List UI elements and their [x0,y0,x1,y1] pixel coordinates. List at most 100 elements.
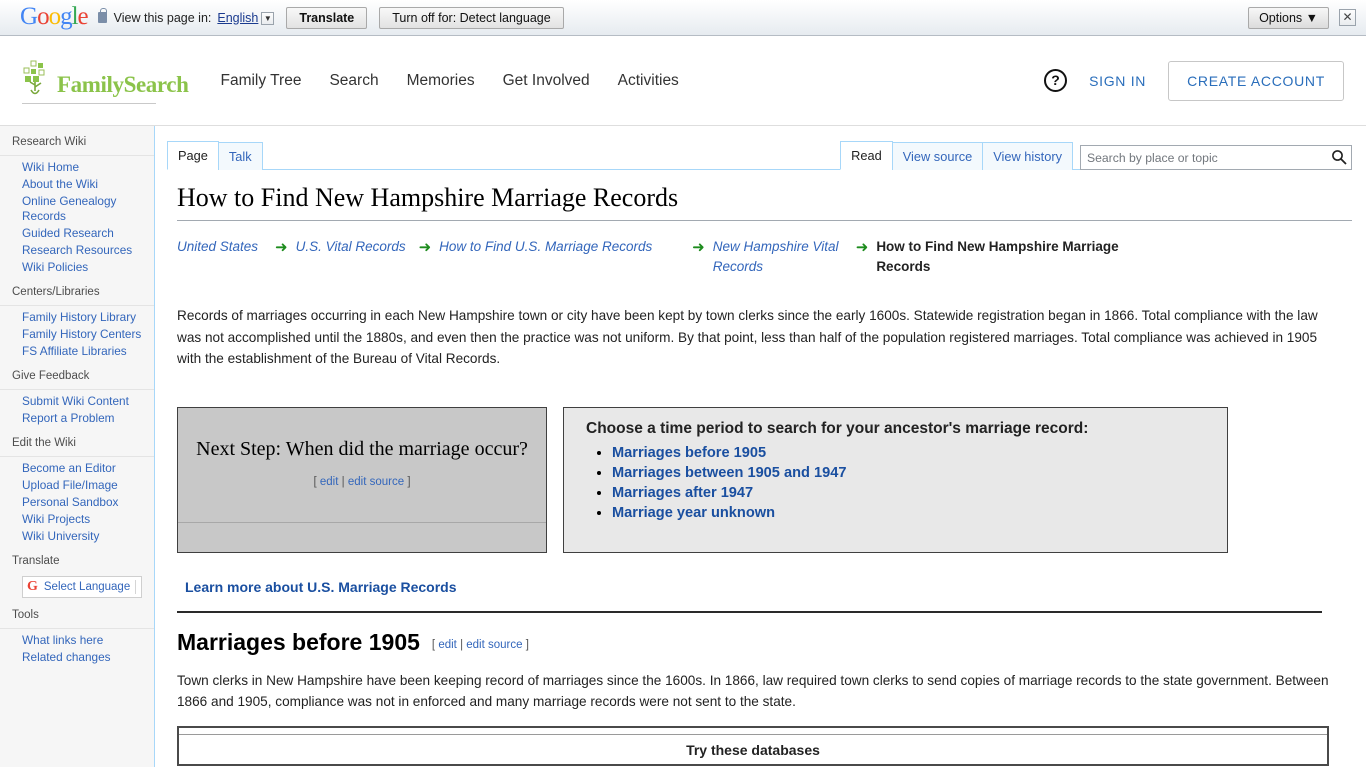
edit-source-link[interactable]: edit source [348,476,404,488]
sidebar-heading-tools: Tools [12,609,39,621]
sidebar-item-report-a-problem[interactable]: Report a Problem [22,411,154,426]
sidebar-item-personal-sandbox[interactable]: Personal Sandbox [22,495,154,510]
header-account-area: ? SIGN IN CREATE ACCOUNT [1044,60,1344,101]
translate-prompt: View this page in: [113,10,212,25]
learn-more-link[interactable]: Learn more about U.S. Marriage Records [185,579,457,595]
next-step-heading: Next Step: When did the marriage occur? … [190,434,534,497]
link-marriages-after-1947[interactable]: Marriages after 1947 [612,485,753,501]
edit-link[interactable]: edit [320,476,339,488]
breadcrumb-item-united-states[interactable]: United States [177,237,258,257]
search-icon[interactable] [1331,149,1347,165]
breadcrumb-item-new-hampshire-vital-records[interactable]: New Hampshire Vital Records [713,237,848,277]
lock-icon [97,8,107,23]
sidebar-item-online-genealogy-records[interactable]: Online Genealogy Records [22,194,154,224]
nav-item-activities[interactable]: Activities [618,72,679,90]
nav-item-search[interactable]: Search [329,72,378,90]
namespace-tabs: Page Talk [167,140,263,170]
sidebar-item-upload-file-image[interactable]: Upload File/Image [22,478,154,493]
main-body: How to Find New Hampshire Marriage Recor… [155,182,1366,767]
learn-more-wrap: Learn more about U.S. Marriage Records [177,579,1352,597]
bracket-close: ] [407,476,411,489]
section-paragraph: Town clerks in New Hampshire have been k… [177,672,1329,710]
sidebar-heading-centers-libraries: Centers/Libraries [12,286,100,298]
nav-item-family-tree[interactable]: Family Tree [220,72,301,90]
choose-time-period-panel: Choose a time period to search for your … [563,406,1228,553]
tab-page[interactable]: Page [167,141,219,170]
sidebar-heading-translate: Translate [12,555,60,567]
page-tabs-row: Page Talk Read View source View history [167,138,1352,170]
tab-talk[interactable]: Talk [217,142,263,170]
select-language-label: Select Language [43,581,131,593]
tab-view-history[interactable]: View history [982,142,1073,170]
translate-button[interactable]: Translate [286,6,368,29]
sidebar-item-what-links-here[interactable]: What links here [22,633,154,648]
familysearch-wordmark: FamilySearch [57,71,189,97]
sidebar-item-wiki-projects[interactable]: Wiki Projects [22,512,154,527]
edit-source-link[interactable]: edit source [466,639,522,651]
next-step-cell: Next Step: When did the marriage occur? … [177,406,547,553]
databases-box-title: Try these databases [179,734,1327,758]
next-step-heading-text: Next Step: When did the marriage occur? [196,438,528,461]
sidebar-item-wiki-home[interactable]: Wiki Home [22,160,154,175]
google-translate-bar: Google View this page in: English ▼ Tran… [0,0,1366,36]
sidebar-heading-research-wiki: Research Wiki [12,136,87,148]
sidebar-item-research-resources[interactable]: Research Resources [22,243,154,258]
edit-link[interactable]: edit [438,639,457,651]
create-account-button[interactable]: CREATE ACCOUNT [1168,60,1344,101]
source-language-link[interactable]: English [217,11,258,25]
sidebar-item-about-the-wiki[interactable]: About the Wiki [22,177,154,192]
logo-underline [22,102,156,104]
translate-options-button[interactable]: Options ▼ [1248,6,1329,29]
chevron-down-icon[interactable] [135,580,137,594]
sidebar-item-related-changes[interactable]: Related changes [22,650,154,665]
sidebar-item-fs-affiliate-libraries[interactable]: FS Affiliate Libraries [22,344,154,359]
breadcrumb-item-current: How to Find New Hampshire Marriage Recor… [876,239,1119,274]
chevron-down-icon[interactable]: ▼ [261,12,275,25]
separator: | [341,476,345,489]
select-language-dropdown[interactable]: G Select Language [22,576,143,598]
familysearch-logo[interactable]: FamilySearch [22,58,189,104]
section-heading: Marriages before 1905 [ edit | edit sour… [177,629,1352,656]
sidebar-item-wiki-policies[interactable]: Wiki Policies [22,260,154,275]
tab-read[interactable]: Read [840,141,893,170]
sidebar-item-family-history-centers[interactable]: Family History Centers [22,327,154,342]
arrow-right-icon: ➜ [855,239,869,256]
turn-off-translate-button[interactable]: Turn off for: Detect language [379,6,564,29]
sidebar-portlet-translate: Translate G Select Language [0,555,154,598]
tab-view-source[interactable]: View source [891,142,984,170]
link-marriages-before-1905[interactable]: Marriages before 1905 [612,445,766,461]
sidebar-portlet-give-feedback: Give Feedback Submit Wiki Content Report… [0,370,154,426]
bracket-open: [ [313,476,317,489]
edit-links-section: [ edit | edit source ] [432,639,529,651]
sidebar-item-wiki-university[interactable]: Wiki University [22,529,154,544]
sidebar-item-guided-research[interactable]: Guided Research [22,226,154,241]
google-g-icon: G [27,579,38,594]
sidebar-item-become-an-editor[interactable]: Become an Editor [22,461,154,476]
section-heading-text: Marriages before 1905 [177,628,420,655]
sidebar-item-submit-wiki-content[interactable]: Submit Wiki Content [22,394,154,409]
breadcrumb-item-us-vital-records[interactable]: U.S. Vital Records [296,237,406,257]
list-item: Marriage year unknown [612,505,1213,521]
link-marriage-year-unknown[interactable]: Marriage year unknown [612,505,775,521]
nav-item-get-involved[interactable]: Get Involved [503,72,590,90]
intro-paragraph: Records of marriages occurring in each N… [177,308,1318,366]
next-step-table: Next Step: When did the marriage occur? … [177,406,1228,553]
link-marriages-between-1905-and-1947[interactable]: Marriages between 1905 and 1947 [612,465,846,481]
arrow-right-icon: ➜ [692,239,705,256]
primary-nav: Family Tree Search Memories Get Involved… [220,72,678,90]
search-input[interactable] [1080,145,1352,170]
separator: | [460,638,464,651]
page-title: How to Find New Hampshire Marriage Recor… [177,182,1352,221]
sidebar-item-family-history-library[interactable]: Family History Library [22,310,154,325]
sidebar: Research Wiki Wiki Home About the Wiki O… [0,126,155,767]
arrow-right-icon: ➜ [275,239,288,256]
help-icon[interactable]: ? [1044,69,1068,92]
bracket-open: [ [431,638,436,651]
close-icon[interactable]: ✕ [1339,9,1356,26]
breadcrumb-item-how-to-find-us-marriage-records[interactable]: How to Find U.S. Marriage Records [439,237,652,257]
nav-item-memories[interactable]: Memories [407,72,475,90]
sign-in-link[interactable]: SIGN IN [1089,73,1146,89]
time-period-list: Marriages before 1905 Marriages between … [586,445,1213,521]
divider [177,610,1322,613]
breadcrumb: United States ➜ U.S. Vital Records ➜ How… [177,237,1352,277]
